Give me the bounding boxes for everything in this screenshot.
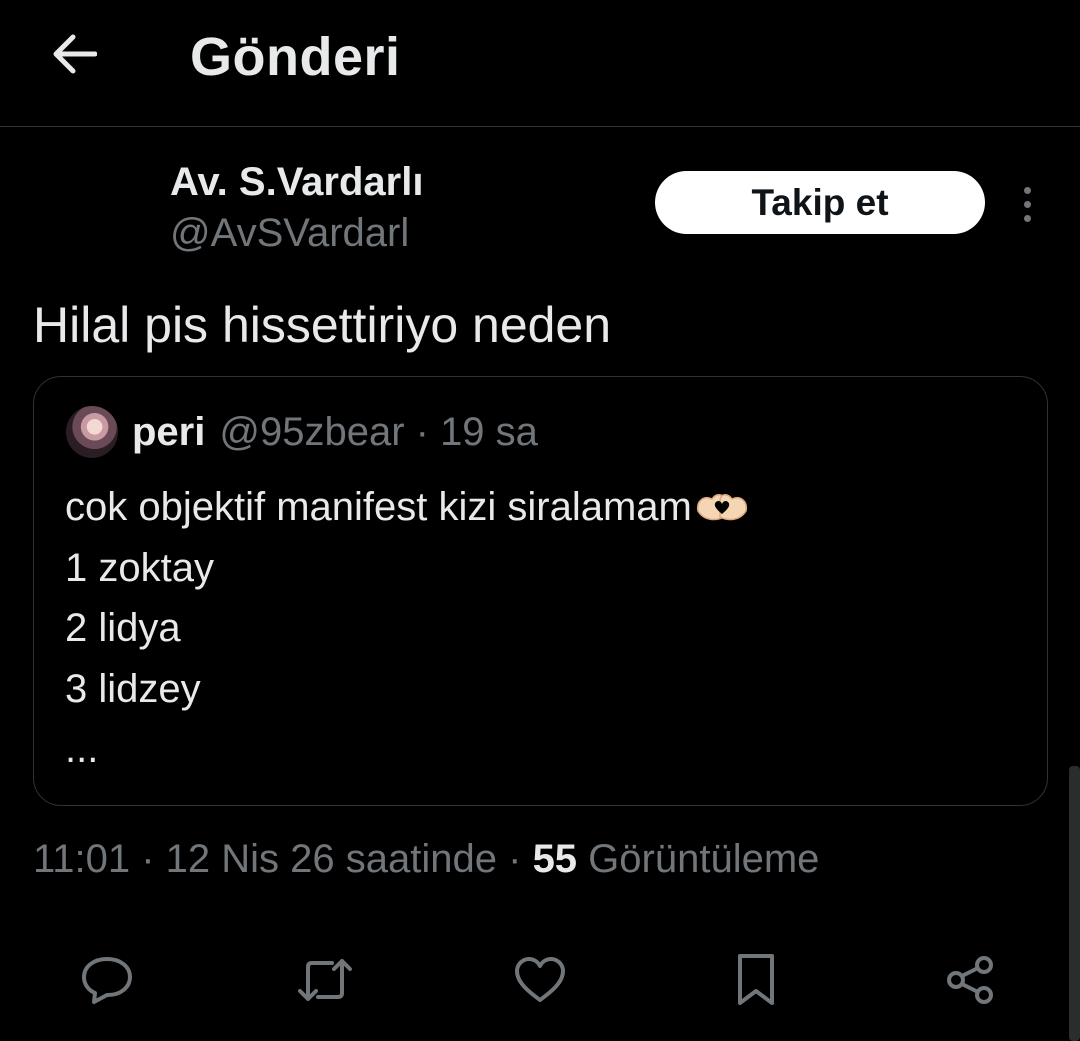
- share-icon: [947, 956, 993, 1004]
- post-timestamp[interactable]: 11:01 · 12 Nis 26 saatinde: [33, 837, 497, 881]
- follow-button[interactable]: Takip et: [655, 171, 985, 234]
- views-count[interactable]: 55: [533, 837, 578, 881]
- heart-hands-icon: [696, 494, 747, 521]
- page-title: Gönderi: [190, 27, 401, 87]
- reply-icon: [82, 957, 132, 1004]
- quoted-author-name: peri: [132, 409, 206, 454]
- post-text: Hilal pis hissettiriyo neden: [33, 297, 612, 353]
- meta-separator: ·: [497, 837, 533, 881]
- quoted-post-header: peri @95zbear · 19 sa: [66, 405, 538, 459]
- share-button[interactable]: [935, 945, 1005, 1015]
- retweet-button[interactable]: [290, 945, 360, 1015]
- arrow-left-icon: [53, 34, 97, 74]
- post-meta: 11:01 · 12 Nis 26 saatinde · 55 Görüntül…: [33, 832, 819, 886]
- avatar[interactable]: [66, 406, 118, 458]
- author-info[interactable]: Av. S.Vardarlı @AvSVardarl: [170, 158, 423, 260]
- action-bar: [0, 945, 1080, 1015]
- more-dots-icon: [1023, 186, 1031, 194]
- back-button[interactable]: [44, 24, 104, 84]
- quoted-line: ...: [65, 727, 99, 771]
- quoted-post[interactable]: peri @95zbear · 19 sa cok objektif manif…: [33, 376, 1048, 806]
- like-button[interactable]: [505, 945, 575, 1015]
- top-bar: Gönderi: [0, 0, 1080, 127]
- quoted-line: 2 lidya: [65, 606, 181, 650]
- retweet-icon: [298, 959, 352, 1001]
- quoted-post-text: cok objektif manifest kizi siralamam 1 z…: [65, 477, 750, 780]
- more-options-button[interactable]: [1010, 180, 1044, 228]
- scrollbar[interactable]: [1069, 766, 1080, 1041]
- quoted-line: 3 lidzey: [65, 666, 201, 711]
- author-name[interactable]: Av. S.Vardarlı: [170, 158, 423, 206]
- reply-button[interactable]: [72, 945, 142, 1015]
- bookmark-icon: [738, 954, 774, 1005]
- quoted-line: cok objektif manifest kizi siralamam: [65, 477, 750, 538]
- bookmark-button[interactable]: [721, 945, 791, 1015]
- quoted-line-text: cok objektif manifest kizi siralamam: [65, 485, 692, 529]
- quoted-line: 1 zoktay: [65, 545, 214, 590]
- author-handle[interactable]: @AvSVardarl: [170, 206, 423, 260]
- views-label: Görüntüleme: [577, 837, 820, 881]
- like-icon: [515, 957, 565, 1002]
- quoted-author-meta: @95zbear · 19 sa: [219, 409, 538, 454]
